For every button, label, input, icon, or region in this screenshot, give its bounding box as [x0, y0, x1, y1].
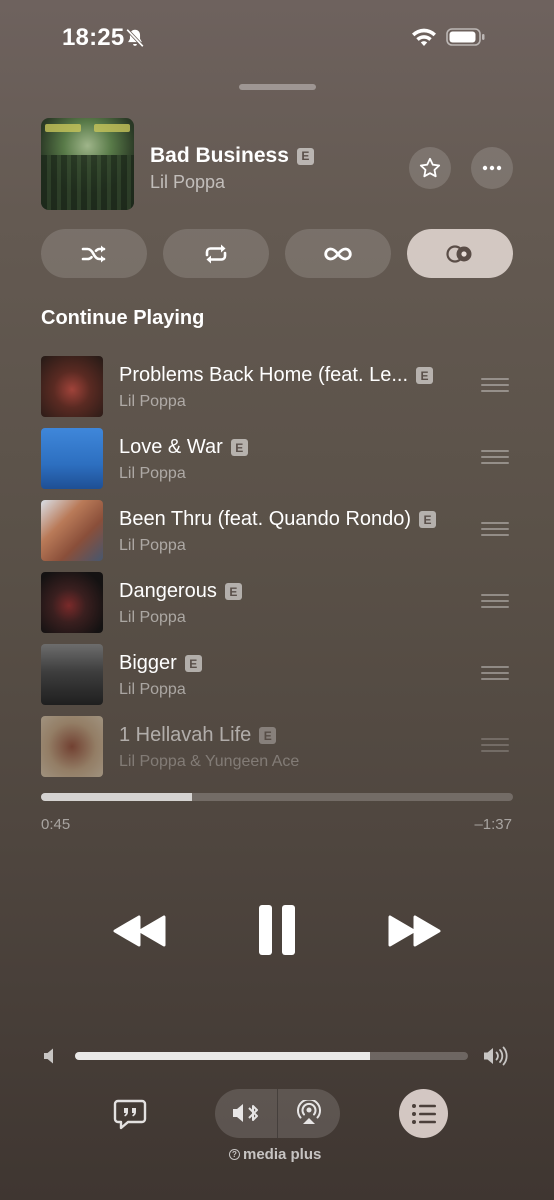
playback-scrubber[interactable] — [41, 793, 513, 801]
track-artist: Lil Poppa — [119, 465, 186, 482]
playback-progress-fill — [41, 793, 193, 801]
volume-low-icon — [44, 1048, 53, 1064]
infinity-icon — [324, 247, 352, 260]
now-playing-title: Bad Business E — [150, 144, 314, 168]
remaining-time: –1:37 — [474, 816, 512, 833]
track-artist: Lil Poppa — [119, 609, 186, 626]
queue-item[interactable]: Problems Back Home (feat. Le... E Lil Po… — [0, 350, 554, 417]
track-title: Problems Back Home (feat. Le... E — [119, 364, 434, 387]
explicit-badge: E — [230, 439, 248, 456]
now-playing-title-text: Bad Business — [150, 144, 289, 167]
reorder-handle-icon[interactable] — [481, 378, 509, 392]
track-title-text: Love & War — [119, 436, 223, 458]
track-title: Dangerous E — [119, 580, 242, 603]
queue-button[interactable] — [399, 1089, 448, 1138]
track-artist: Lil Poppa & Yungeen Ace — [119, 753, 300, 770]
now-playing-artist[interactable]: Lil Poppa — [150, 172, 225, 193]
shuffle-icon — [81, 245, 106, 262]
track-title-text: Been Thru (feat. Quando Rondo) — [119, 508, 412, 530]
explicit-badge: E — [416, 367, 434, 384]
reorder-handle-icon[interactable] — [481, 738, 509, 752]
track-title-text: Dangerous — [119, 580, 217, 602]
battery-icon — [446, 28, 485, 46]
more-options-button[interactable] — [471, 147, 513, 189]
track-title: Been Thru (feat. Quando Rondo) E — [119, 508, 437, 531]
queue-list-icon — [411, 1103, 436, 1124]
queue-item[interactable]: 1 Hellavah Life E Lil Poppa & Yungeen Ac… — [0, 710, 554, 777]
queue-item[interactable]: Bigger E Lil Poppa — [0, 638, 554, 705]
help-icon: ? — [229, 1149, 240, 1160]
explicit-badge: E — [184, 655, 202, 672]
reorder-handle-icon[interactable] — [481, 450, 509, 464]
crossfade-button[interactable] — [407, 229, 513, 278]
track-artwork — [41, 500, 103, 561]
bell-slash-icon — [126, 28, 144, 48]
reorder-handle-icon[interactable] — [481, 594, 509, 608]
elapsed-time: 0:45 — [41, 816, 71, 833]
reorder-handle-icon[interactable] — [481, 522, 509, 536]
track-artist: Lil Poppa — [119, 681, 186, 698]
rewind-button[interactable] — [110, 910, 170, 952]
pause-icon — [259, 905, 295, 955]
track-title-text: 1 Hellavah Life — [119, 724, 252, 746]
repeat-icon — [205, 244, 227, 263]
explicit-badge: E — [259, 727, 277, 744]
track-title: Bigger E — [119, 652, 202, 675]
more-icon — [482, 165, 502, 171]
track-artwork — [41, 428, 103, 489]
volume-slider[interactable] — [75, 1052, 468, 1060]
output-device-label: ? media plus — [229, 1146, 321, 1163]
repeat-button[interactable] — [163, 229, 269, 278]
queue-item[interactable]: Love & War E Lil Poppa — [0, 422, 554, 489]
airplay-icon[interactable] — [293, 1100, 325, 1126]
track-title-text: Problems Back Home (feat. Le... — [119, 364, 409, 386]
pause-button[interactable] — [254, 902, 300, 958]
queue-item[interactable]: Been Thru (feat. Quando Rondo) E Lil Pop… — [0, 494, 554, 561]
queue-item[interactable]: Dangerous E Lil Poppa — [0, 566, 554, 633]
crossfade-icon — [446, 244, 472, 263]
status-bar: 18:25 — [0, 0, 554, 76]
wifi-icon — [412, 28, 436, 46]
segment-divider — [277, 1089, 278, 1138]
output-device-name: media plus — [243, 1146, 322, 1163]
track-title-text: Bigger — [119, 652, 177, 674]
lyrics-icon[interactable] — [113, 1098, 147, 1130]
track-artwork — [41, 716, 103, 777]
explicit-badge: E — [224, 583, 242, 600]
star-icon — [419, 157, 441, 178]
fast-forward-button[interactable] — [384, 910, 444, 952]
continue-playing-heading: Continue Playing — [41, 307, 205, 329]
output-device-group — [215, 1089, 340, 1138]
reorder-handle-icon[interactable] — [481, 666, 509, 680]
status-time: 18:25 — [62, 24, 125, 51]
now-playing-artwork — [41, 118, 134, 210]
volume-high-icon — [484, 1046, 508, 1066]
shuffle-button[interactable] — [41, 229, 147, 278]
track-artwork — [41, 356, 103, 417]
track-artist: Lil Poppa — [119, 393, 186, 410]
rewind-icon — [113, 915, 166, 947]
track-title: 1 Hellavah Life E — [119, 724, 277, 747]
bluetooth-speaker-icon[interactable] — [231, 1100, 263, 1126]
fast-forward-icon — [388, 915, 441, 947]
autoplay-infinity-button[interactable] — [285, 229, 391, 278]
volume-level-fill — [75, 1052, 370, 1060]
favorite-button[interactable] — [409, 147, 451, 189]
track-title: Love & War E — [119, 436, 248, 459]
track-artwork — [41, 572, 103, 633]
sheet-grabber[interactable] — [239, 84, 316, 90]
explicit-badge: E — [419, 511, 437, 528]
track-artwork — [41, 644, 103, 705]
track-artist: Lil Poppa — [119, 537, 186, 554]
explicit-badge: E — [296, 147, 314, 165]
